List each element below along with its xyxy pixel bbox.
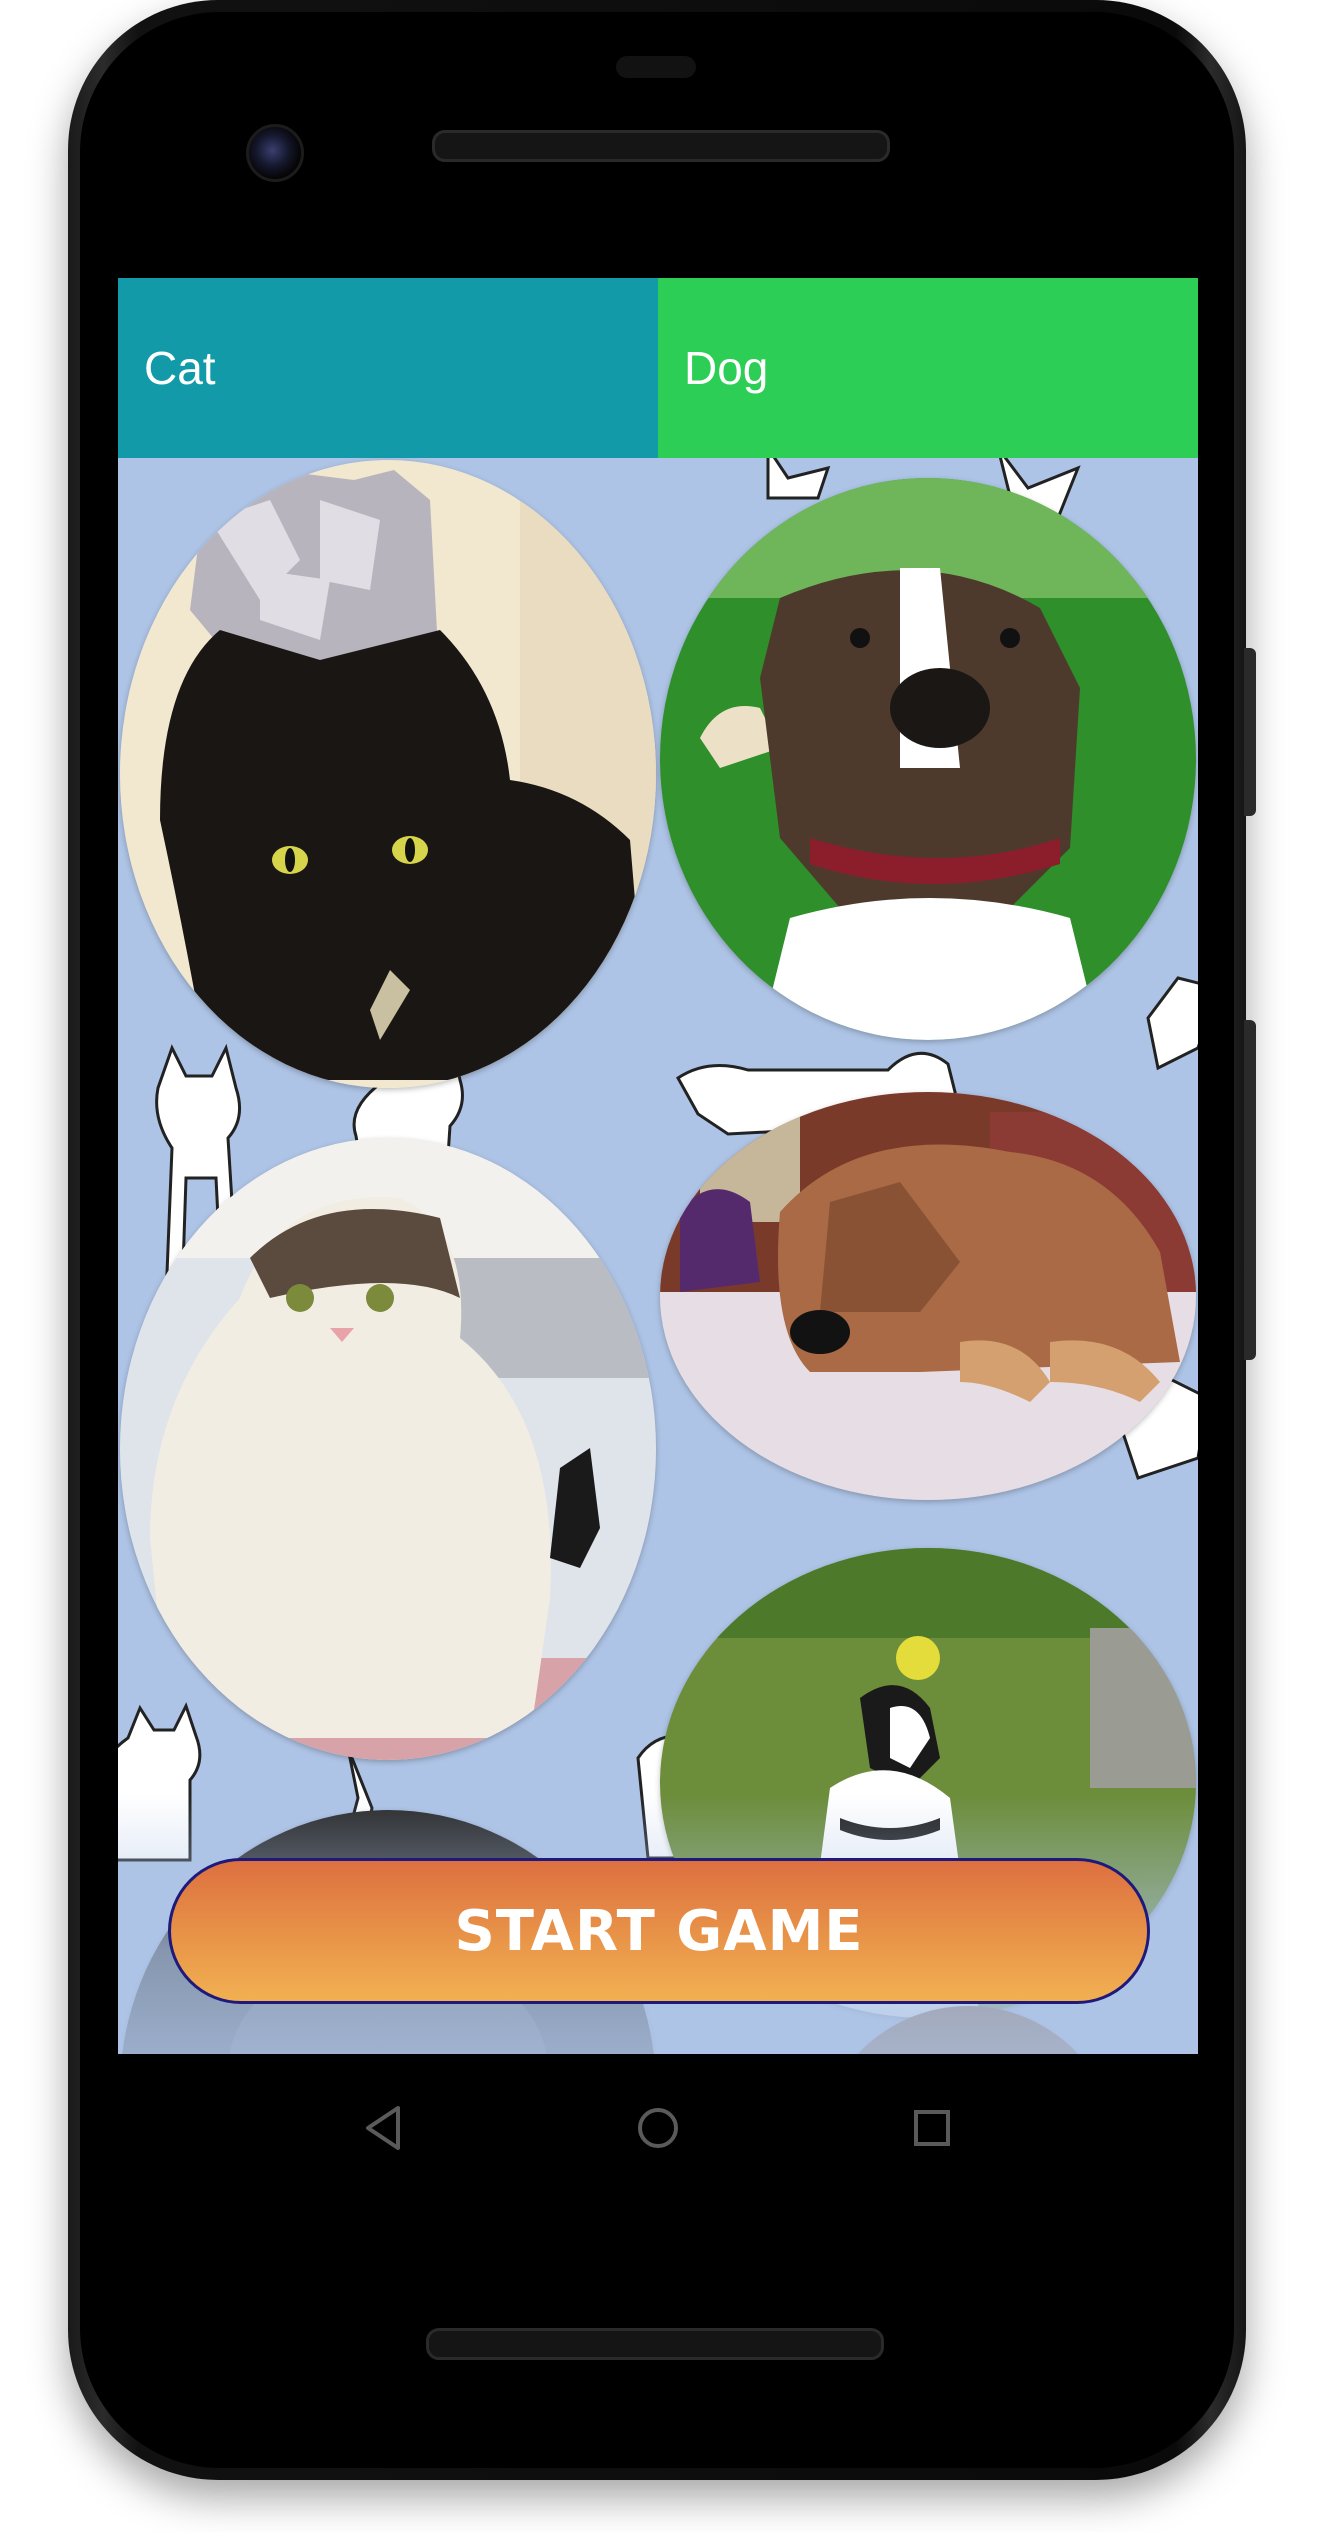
back-icon[interactable] [356,2100,412,2156]
cat-foil-hat-photo[interactable] [120,460,656,1088]
front-camera [246,124,304,182]
pet-grid [118,458,1198,2054]
dog-illustration [660,478,1196,1040]
cat-chubby-white-photo[interactable] [120,1138,656,1760]
cat-illustration [120,1138,656,1760]
recents-icon[interactable] [904,2100,960,2156]
power-button [1244,1020,1256,1360]
tab-dog-label: Dog [684,342,769,394]
tab-dog[interactable]: Dog [658,278,1198,458]
tab-cat-label: Cat [144,342,216,394]
tab-bar: Cat Dog [118,278,1198,458]
tab-cat[interactable]: Cat [118,278,658,458]
home-icon[interactable] [630,2100,686,2156]
dog-lying-boxer-photo[interactable] [660,1092,1196,1500]
dog-brindle-pitbull-photo[interactable] [660,478,1196,1040]
bottom-speaker [426,2328,884,2360]
dog-illustration [660,1092,1196,1500]
earpiece-speaker [432,130,890,162]
sensor-slot [616,56,696,78]
app-screen: Cat Dog START GAME [118,278,1198,2054]
volume-button [1244,648,1256,816]
cat-illustration [120,460,656,1088]
start-game-button[interactable]: START GAME [168,1858,1150,2004]
